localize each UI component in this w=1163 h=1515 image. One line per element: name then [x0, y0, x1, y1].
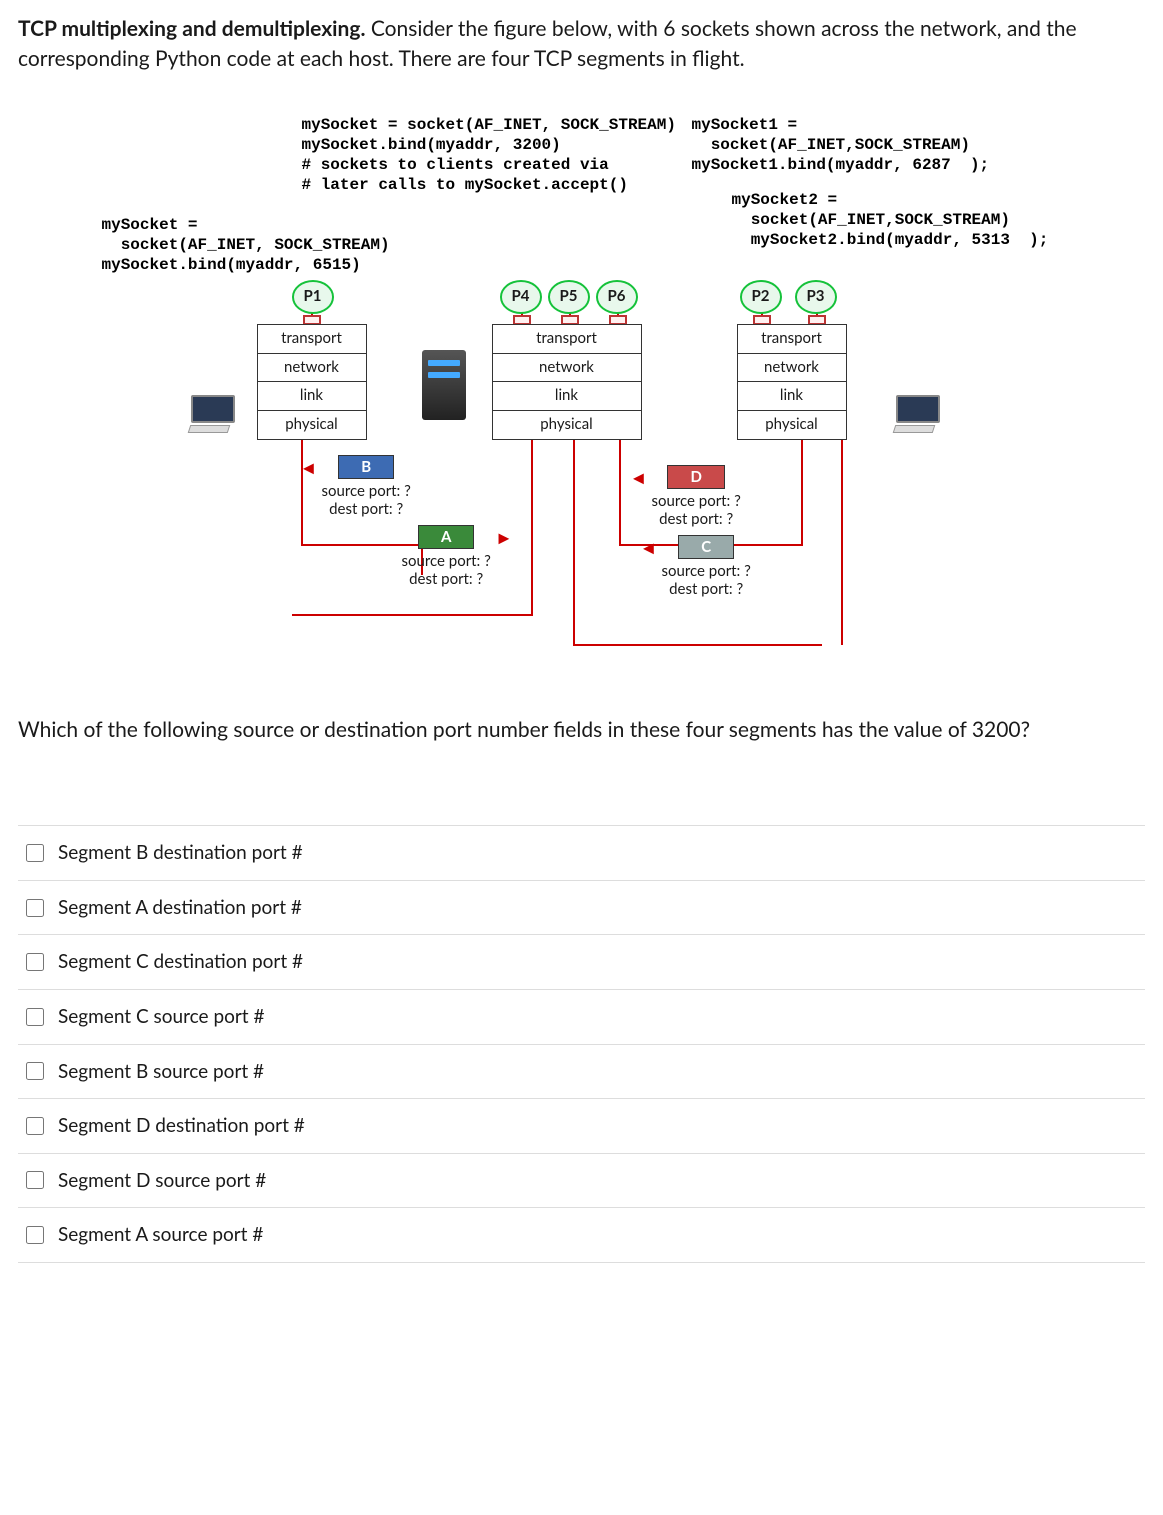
layer-transport: transport: [737, 324, 847, 354]
option-5-checkbox[interactable]: [26, 1117, 44, 1135]
segment-a: A ► source port: ? dest port: ?: [402, 525, 491, 588]
segment-d-src: source port: ?: [652, 492, 741, 510]
layer-network: network: [737, 353, 847, 383]
arrow-left-icon: ◄: [300, 457, 318, 479]
pc-left-icon: [187, 395, 239, 435]
option-6[interactable]: Segment D source port #: [18, 1154, 1145, 1209]
pc-right-icon: [892, 395, 944, 435]
process-p4: P4: [500, 280, 542, 314]
layer-transport: transport: [492, 324, 642, 354]
segment-c-src: source port: ?: [662, 562, 751, 580]
arrow-left-icon: ◄: [630, 467, 648, 489]
layer-physical: physical: [257, 410, 367, 440]
layer-link: link: [257, 381, 367, 411]
option-2-checkbox[interactable]: [26, 953, 44, 971]
option-2[interactable]: Segment C destination port #: [18, 935, 1145, 990]
arrow-left-icon: ◄: [640, 537, 658, 559]
intro-text: TCP multiplexing and demultiplexing. Con…: [18, 14, 1145, 75]
layer-transport: transport: [257, 324, 367, 354]
segment-a-label: A: [418, 525, 474, 549]
segment-d-dst: dest port: ?: [659, 510, 733, 528]
process-p5: P5: [548, 280, 590, 314]
code-right-socket2: mySocket2 = socket(AF_INET,SOCK_STREAM) …: [732, 190, 1049, 250]
code-center-server: mySocket = socket(AF_INET, SOCK_STREAM) …: [302, 115, 676, 195]
layer-network: network: [257, 353, 367, 383]
option-3[interactable]: Segment C source port #: [18, 990, 1145, 1045]
segment-a-src: source port: ?: [402, 552, 491, 570]
code-right-socket1: mySocket1 = socket(AF_INET,SOCK_STREAM) …: [692, 115, 990, 175]
option-6-checkbox[interactable]: [26, 1171, 44, 1189]
segment-b-src: source port: ?: [322, 482, 411, 500]
process-p6: P6: [596, 280, 638, 314]
question-text: Which of the following source or destina…: [18, 715, 1145, 745]
segment-c-label: C: [678, 535, 734, 559]
process-p3: P3: [795, 280, 837, 314]
segment-d-label: D: [667, 465, 724, 489]
option-4[interactable]: Segment B source port #: [18, 1045, 1145, 1100]
server-icon: [422, 350, 466, 420]
arrow-right-icon: ►: [495, 527, 513, 549]
layer-link: link: [492, 381, 642, 411]
left-host-stack: transport network link physical: [257, 325, 367, 440]
segment-c-dst: dest port: ?: [669, 580, 743, 598]
segment-b: ◄ B source port: ? dest port: ?: [322, 455, 411, 518]
segment-c: C ◄ source port: ? dest port: ?: [662, 535, 751, 598]
option-1-label: Segment A destination port #: [58, 894, 302, 922]
segment-a-dst: dest port: ?: [409, 570, 483, 588]
process-p2: P2: [740, 280, 782, 314]
option-2-label: Segment C destination port #: [58, 948, 303, 976]
segment-b-label: B: [338, 455, 394, 479]
option-4-checkbox[interactable]: [26, 1062, 44, 1080]
option-5[interactable]: Segment D destination port #: [18, 1099, 1145, 1154]
layer-physical: physical: [737, 410, 847, 440]
segment-d: ◄ D source port: ? dest port: ?: [652, 465, 741, 528]
option-7[interactable]: Segment A source port #: [18, 1208, 1145, 1263]
layer-link: link: [737, 381, 847, 411]
segment-b-dst: dest port: ?: [329, 500, 403, 518]
right-host-stack: transport network link physical: [737, 325, 847, 440]
process-p1: P1: [292, 280, 334, 314]
option-0-checkbox[interactable]: [26, 844, 44, 862]
option-7-label: Segment A source port #: [58, 1221, 263, 1249]
option-0-label: Segment B destination port #: [58, 839, 303, 867]
option-1[interactable]: Segment A destination port #: [18, 881, 1145, 936]
code-left-host: mySocket = socket(AF_INET, SOCK_STREAM) …: [102, 215, 390, 275]
option-0[interactable]: Segment B destination port #: [18, 826, 1145, 881]
option-3-checkbox[interactable]: [26, 1008, 44, 1026]
answer-options: Segment B destination port # Segment A d…: [18, 825, 1145, 1262]
option-4-label: Segment B source port #: [58, 1058, 264, 1086]
layer-physical: physical: [492, 410, 642, 440]
option-5-label: Segment D destination port #: [58, 1112, 305, 1140]
option-6-label: Segment D source port #: [58, 1167, 266, 1195]
intro-bold: TCP multiplexing and demultiplexing.: [18, 16, 365, 41]
network-diagram: mySocket = socket(AF_INET, SOCK_STREAM) …: [102, 115, 1062, 675]
layer-network: network: [492, 353, 642, 383]
option-1-checkbox[interactable]: [26, 899, 44, 917]
option-3-label: Segment C source port #: [58, 1003, 264, 1031]
server-stack: transport network link physical: [492, 325, 642, 440]
option-7-checkbox[interactable]: [26, 1226, 44, 1244]
